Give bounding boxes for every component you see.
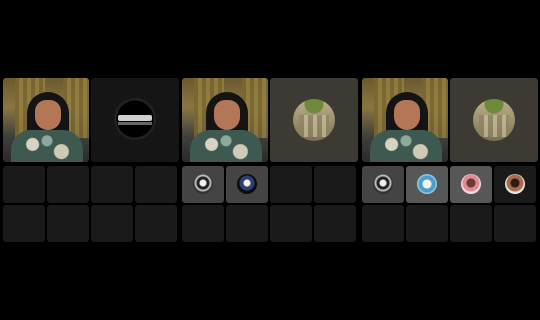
speaker-face [214,100,240,130]
secondary-video-tile[interactable] [91,78,179,162]
participant-tile-empty[interactable] [362,205,404,242]
participant-tile-empty[interactable] [135,166,177,203]
secondary-video-tile[interactable] [270,78,358,162]
participant-tile-empty[interactable] [270,166,312,203]
group-avatar [293,99,335,141]
participant-avatar [461,174,481,194]
group-avatar [473,99,515,141]
participant-tile[interactable] [494,166,536,203]
participant-tile-empty[interactable] [314,166,356,203]
participant-tile-empty[interactable] [270,205,312,242]
camera-bar [118,122,152,125]
participant-tile[interactable] [450,166,492,203]
speaker-video[interactable] [182,78,268,162]
speaker-body [11,130,83,162]
secondary-video-tile[interactable] [450,78,538,162]
participant-avatar [417,174,437,194]
speaker-face [35,100,61,130]
camera-off-icon [114,98,156,140]
participant-tile-empty[interactable] [3,205,45,242]
participant-tile-empty[interactable] [91,205,133,242]
participant-tile-empty[interactable] [47,166,89,203]
call-panel-1 [3,78,179,242]
speaker-body [190,130,262,162]
participant-tile[interactable] [226,166,268,203]
call-panel-2 [182,78,358,242]
participant-tile-empty[interactable] [47,205,89,242]
participant-tile-empty[interactable] [91,166,133,203]
participant-tile-empty[interactable] [406,205,448,242]
speaker-face [394,100,420,130]
speaker-video[interactable] [3,78,89,162]
participant-tile-empty[interactable] [182,205,224,242]
participant-tile-empty[interactable] [226,205,268,242]
participant-tile[interactable] [406,166,448,203]
participant-tile[interactable] [182,166,224,203]
participant-tile-empty[interactable] [3,166,45,203]
speaker-body [370,130,442,162]
call-panel-3 [362,78,538,242]
speaker-video[interactable] [362,78,448,162]
participant-tile[interactable] [362,166,404,203]
participant-tile-empty[interactable] [135,205,177,242]
participant-tile-empty[interactable] [314,205,356,242]
participant-avatar [373,174,393,194]
participant-avatar [505,174,525,194]
participant-tile-empty[interactable] [450,205,492,242]
participant-tile-empty[interactable] [494,205,536,242]
participant-avatar [237,174,257,194]
camera-bar [118,115,152,121]
participant-avatar [193,174,213,194]
